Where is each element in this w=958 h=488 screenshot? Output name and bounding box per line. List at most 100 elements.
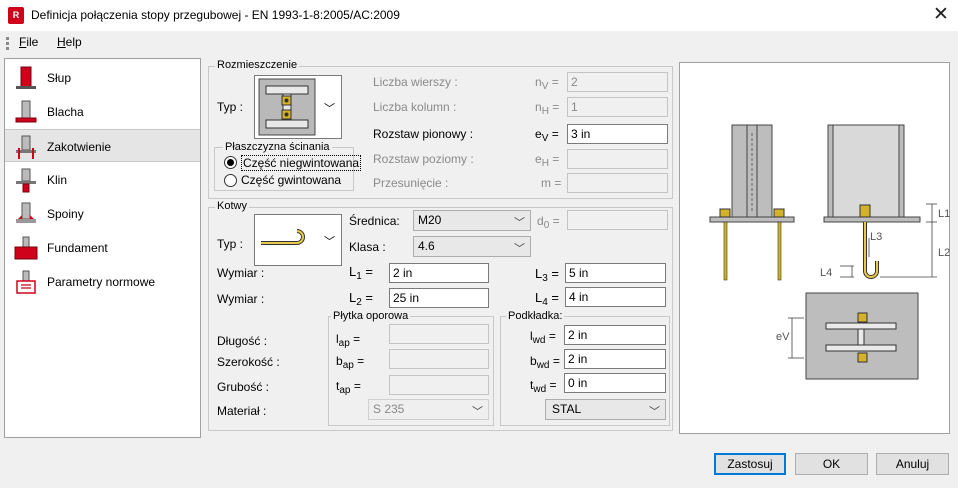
chevron-down-icon: ﹀: [472, 406, 483, 418]
sidebar-item-blacha[interactable]: Blacha: [5, 95, 200, 128]
shear-plane-title: Płaszczyzna ścinania: [223, 141, 332, 153]
radio-unthreaded[interactable]: [224, 156, 237, 169]
chevron-down-icon: ﹀: [514, 243, 525, 255]
dimension-label-1: Wymiar :: [217, 266, 265, 280]
radio-threaded-label[interactable]: Część gwintowana: [241, 173, 341, 187]
plan-view: [788, 292, 919, 380]
rows-field[interactable]: 2: [567, 72, 668, 92]
ok-button[interactable]: OK: [795, 453, 868, 475]
menu-grip-icon: [6, 37, 9, 50]
anchors-group-title: Kotwy: [215, 200, 249, 212]
anchorage-drawing: [709, 124, 937, 380]
anchorage-icon: [16, 135, 36, 159]
l3-field[interactable]: 5 in: [565, 263, 666, 283]
sidebar-item-label: Fundament: [47, 241, 108, 255]
tap-symbol: tap =: [336, 379, 361, 396]
title-bar: R Definicja połączenia stopy przegubowej…: [0, 0, 958, 31]
l2-symbol: L2 =: [349, 290, 374, 308]
sidebar-item-label: Parametry normowe: [47, 275, 156, 289]
layout-type-label: Typ :: [217, 100, 244, 114]
material-label: Materiał :: [217, 404, 267, 418]
lwd-symbol: lwd =: [530, 329, 556, 346]
menu-file[interactable]: File: [19, 35, 38, 49]
label-l1: L1: [938, 208, 951, 220]
anchor-type-label: Typ :: [217, 237, 244, 251]
class-label: Klasa :: [349, 240, 386, 254]
bearing-material-value: S 235: [373, 402, 405, 416]
washer-material-select[interactable]: STAL ﹀: [545, 399, 666, 420]
l4-symbol: L4 =: [535, 290, 560, 308]
column-icon: [16, 66, 36, 89]
sidebar-item-zakotwienie[interactable]: Zakotwienie: [5, 129, 200, 162]
l4-field[interactable]: 4 in: [565, 287, 666, 307]
vspacing-field[interactable]: 3 in: [567, 124, 668, 144]
radio-threaded[interactable]: [224, 174, 237, 187]
thickness-label: Grubość :: [217, 380, 270, 394]
d0-field[interactable]: [567, 210, 668, 230]
close-button[interactable]: ✕: [928, 4, 954, 28]
sidebar-item-parametry-normowe[interactable]: Parametry normowe: [5, 265, 200, 298]
l1-field[interactable]: 2 in: [389, 263, 489, 283]
shear-key-icon: [16, 168, 36, 193]
hspacing-field[interactable]: [567, 149, 668, 169]
d0-symbol: d0 =: [537, 214, 560, 231]
dimension-label-2: Wymiar :: [217, 292, 265, 306]
window-title: Definicja połączenia stopy przegubowej -…: [31, 8, 400, 22]
chevron-down-icon: ﹀: [324, 103, 335, 115]
cols-label: Liczba kolumn :: [373, 100, 457, 114]
cols-symbol: nH =: [535, 100, 560, 117]
sidebar-item-klin[interactable]: Klin: [5, 163, 200, 196]
tap-field[interactable]: [389, 375, 489, 395]
twd-field[interactable]: 0 in: [564, 373, 666, 393]
layout-type-combo[interactable]: ﹀: [254, 75, 342, 139]
class-select[interactable]: 4.6 ﹀: [413, 236, 531, 257]
bwd-symbol: bwd =: [530, 354, 560, 371]
foundation-icon: [14, 236, 38, 260]
bap-symbol: bap =: [336, 354, 365, 371]
label-l4: L4: [820, 267, 833, 279]
class-value: 4.6: [418, 239, 435, 253]
diameter-select[interactable]: M20 ﹀: [413, 210, 531, 231]
radio-unthreaded-label[interactable]: Część niegwintowana: [241, 155, 362, 171]
chevron-down-icon: ﹀: [514, 217, 525, 229]
cols-field[interactable]: 1: [567, 97, 668, 117]
l2-field[interactable]: 25 in: [389, 288, 489, 308]
anchor-type-combo[interactable]: ﹀: [254, 214, 342, 266]
sidebar-item-label: Blacha: [47, 105, 84, 119]
code-parameters-icon: [16, 270, 36, 294]
lwd-field[interactable]: 2 in: [564, 325, 666, 345]
apply-button[interactable]: Zastosuj: [714, 453, 786, 475]
side-view: [709, 124, 795, 281]
offset-field[interactable]: [567, 173, 668, 193]
sidebar-item-slup[interactable]: Słup: [5, 61, 200, 94]
bwd-field[interactable]: 2 in: [564, 349, 666, 369]
twd-symbol: twd =: [530, 378, 557, 395]
sidebar-item-fundament[interactable]: Fundament: [5, 231, 200, 264]
vspacing-symbol: eV =: [535, 127, 559, 144]
sidebar-item-spoiny[interactable]: Spoiny: [5, 197, 200, 230]
sidebar-item-label: Zakotwienie: [47, 140, 112, 154]
bap-field[interactable]: [389, 349, 489, 369]
bearing-material-select[interactable]: S 235 ﹀: [368, 399, 489, 420]
offset-label: Przesunięcie :: [373, 176, 449, 190]
chevron-down-icon: ﹀: [649, 406, 660, 418]
front-view: [823, 124, 937, 279]
label-ev: eV: [776, 331, 790, 343]
diameter-label: Średnica:: [349, 214, 400, 228]
lap-symbol: lap =: [336, 332, 361, 349]
preview-panel: L1 L2 L3 L4 eV: [679, 62, 950, 434]
lap-field[interactable]: [389, 324, 489, 344]
label-l2: L2: [938, 247, 951, 259]
menu-help[interactable]: Help: [57, 35, 82, 49]
rows-symbol: nV =: [535, 75, 559, 92]
cancel-button[interactable]: Anuluj: [876, 453, 949, 475]
washer-material-value: STAL: [552, 402, 582, 416]
length-label: Długość :: [217, 334, 268, 348]
bearing-plate-title: Płytka oporowa: [331, 310, 411, 322]
menu-bar: File Help: [0, 31, 958, 55]
anchor-hook-icon: [261, 229, 305, 245]
diameter-value: M20: [418, 213, 442, 227]
app-icon: R: [8, 7, 24, 24]
vspacing-label: Rozstaw pionowy :: [373, 127, 474, 141]
label-l3: L3: [870, 231, 883, 243]
